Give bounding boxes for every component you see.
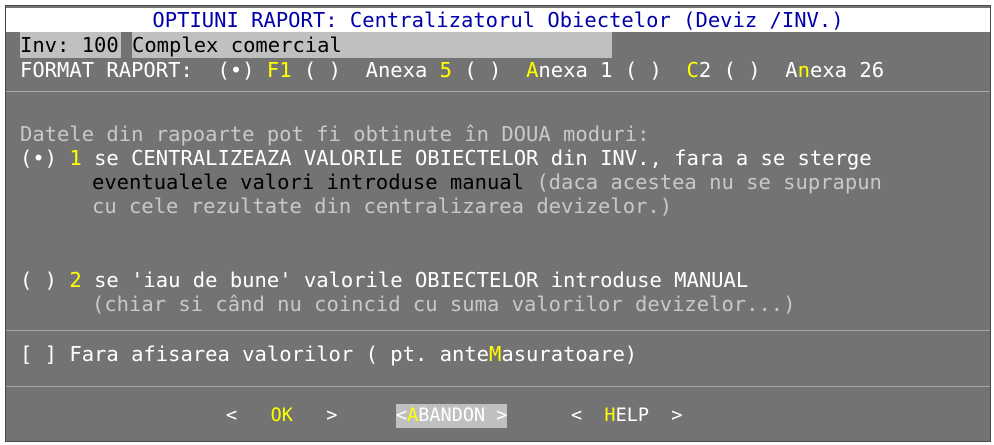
abandon-button[interactable]: <ABANDON >	[396, 404, 508, 428]
format-label: FORMAT RAPORT:	[20, 58, 193, 82]
help-button[interactable]: < HELP >	[571, 404, 682, 428]
inv-row: Inv: 100 Complex comercial	[6, 32, 990, 58]
report-options-dialog: OPTIUNI RAPORT: Centralizatorul Obiectel…	[5, 5, 991, 442]
mode-option-1[interactable]: (•) 1 se CENTRALIZEAZA VALORILE OBIECTEL…	[20, 146, 872, 170]
divider	[6, 91, 990, 92]
inv-label: Inv: 100	[20, 32, 121, 58]
inv-name-field[interactable]: Complex comercial	[132, 32, 612, 58]
divider	[6, 330, 990, 331]
format-option-f1[interactable]: (•) F1	[217, 58, 291, 82]
format-option-c2[interactable]: ( ) C2	[625, 58, 711, 82]
radio-2[interactable]: ( )	[20, 268, 57, 292]
mode-option-1-line2: eventualele valori introduse manual (dac…	[92, 170, 882, 194]
mode-option-2-line2: (chiar si când nu coincid cu suma valori…	[92, 292, 796, 316]
format-option-anexa5[interactable]: ( ) Anexa 5	[304, 58, 452, 82]
dialog-title: OPTIUNI RAPORT: Centralizatorul Obiectel…	[6, 8, 990, 32]
format-row: FORMAT RAPORT: (•) F1 ( ) Anexa 5 ( ) An…	[20, 58, 884, 82]
checkbox-marker[interactable]: [ ]	[20, 342, 57, 366]
mode-option-1-line3: cu cele rezultate din centralizarea devi…	[92, 194, 673, 218]
mode-option-2[interactable]: ( ) 2 se 'iau de bune' valorile OBIECTEL…	[20, 268, 748, 292]
divider	[6, 386, 990, 387]
modes-intro: Datele din rapoarte pot fi obtinute în D…	[20, 122, 650, 146]
format-option-anexa26[interactable]: ( ) Anexa 26	[724, 58, 884, 82]
radio-1[interactable]: (•)	[20, 146, 57, 170]
no-values-checkbox[interactable]: [ ] Fara afisarea valorilor ( pt. anteMa…	[20, 342, 637, 366]
format-option-anexa1[interactable]: ( ) Anexa 1	[464, 58, 612, 82]
ok-button[interactable]: < OK >	[226, 404, 337, 428]
